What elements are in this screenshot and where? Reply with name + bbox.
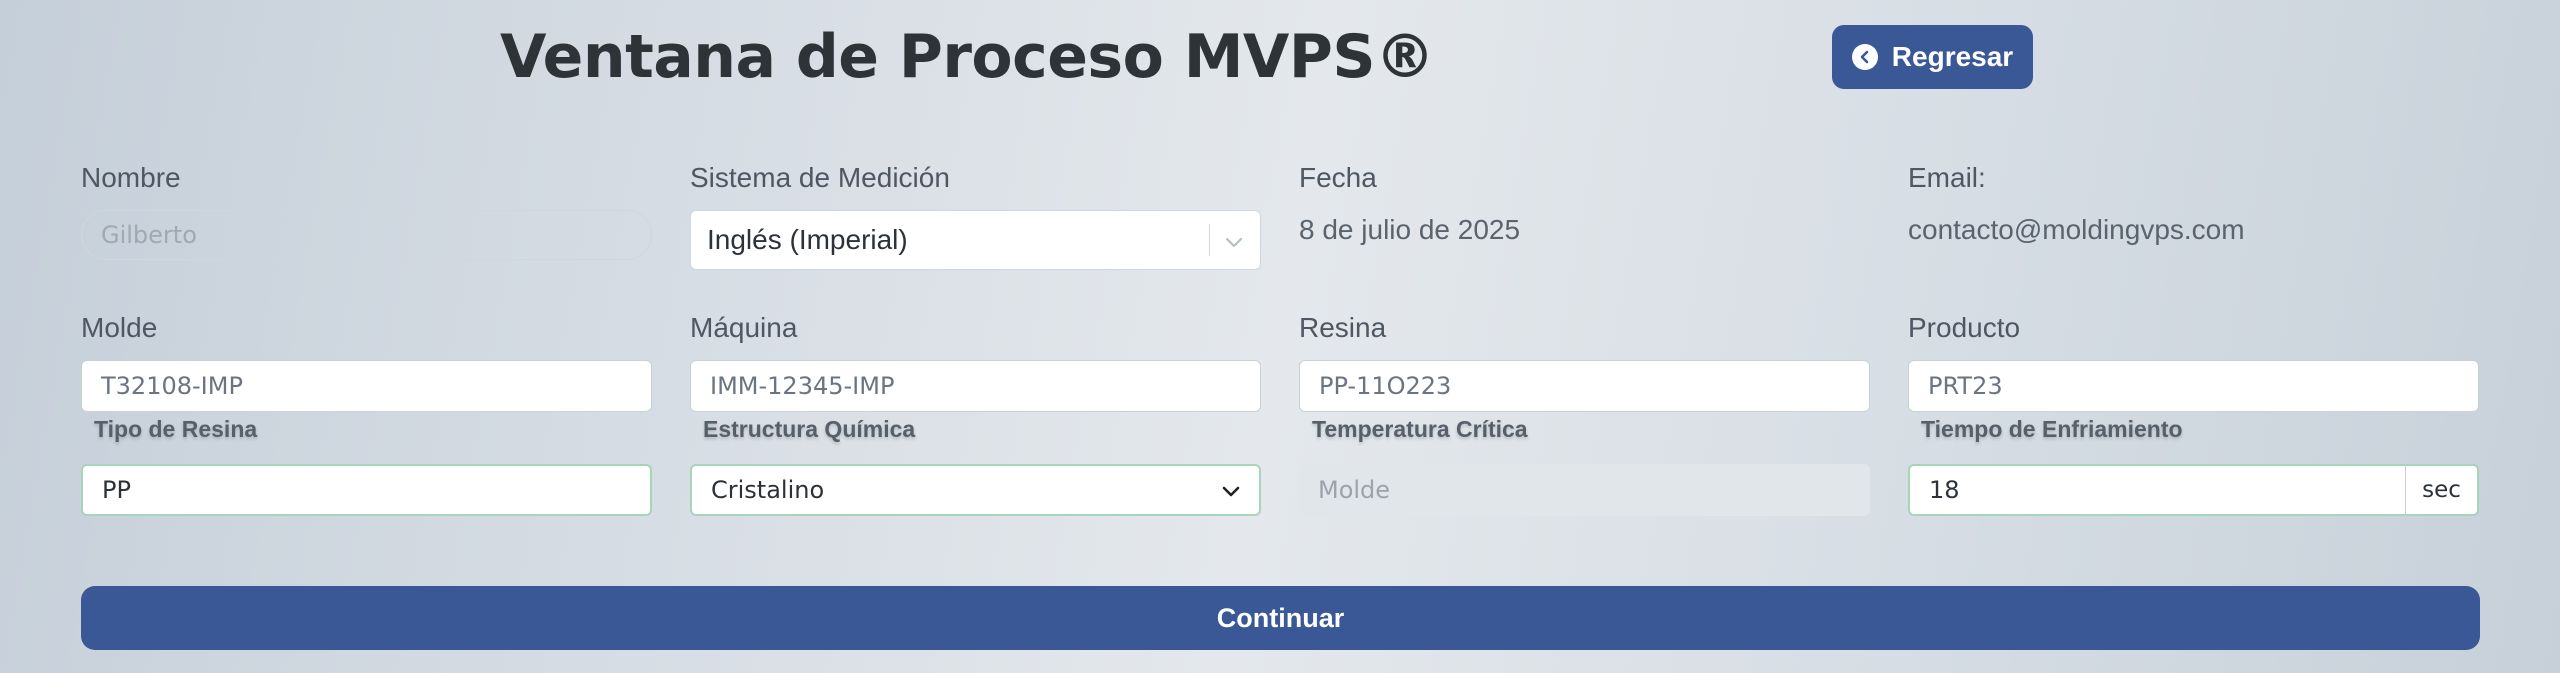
chevron-left-icon: [1851, 44, 1878, 70]
tiempo-enfriamiento-label: Tiempo de Enfriamiento: [1921, 416, 2183, 442]
maquina-input[interactable]: IMM-12345-IMP: [690, 360, 1261, 412]
tipo-resina-input[interactable]: PP: [81, 464, 652, 516]
temperatura-critica-field[interactable]: Molde: [1299, 464, 1870, 516]
resina-label: Resina: [1299, 312, 1387, 343]
tipo-resina-label: Tipo de Resina: [94, 416, 258, 442]
estructura-quimica-label: Estructura Química: [703, 416, 916, 442]
page-title: Ventana de Proceso MVPS®: [500, 22, 1435, 92]
fecha-label: Fecha: [1299, 162, 1377, 193]
resina-input[interactable]: PP-11O223: [1299, 360, 1870, 412]
producto-value: PRT23: [1928, 372, 2003, 400]
time-unit-addon: sec: [2405, 464, 2479, 516]
maquina-value: IMM-12345-IMP: [710, 372, 895, 400]
sistema-medicion-select[interactable]: Inglés (Imperial): [690, 210, 1261, 270]
resina-value: PP-11O223: [1319, 372, 1452, 400]
nombre-field[interactable]: Gilberto: [81, 210, 652, 260]
molde-label: Molde: [81, 312, 158, 343]
back-button-label: Regresar: [1891, 41, 2014, 72]
molde-input[interactable]: T32108-IMP: [81, 360, 652, 412]
tiempo-enfriamiento-value: 18: [1929, 476, 1960, 504]
tiempo-enfriamiento-input[interactable]: 18: [1908, 464, 2405, 516]
molde-value: T32108-IMP: [101, 372, 243, 400]
fecha-value: 8 de julio de 2025: [1299, 214, 1521, 245]
maquina-label: Máquina: [690, 312, 798, 343]
producto-label: Producto: [1908, 312, 2021, 343]
estructura-quimica-value: Cristalino: [711, 476, 825, 504]
continue-button[interactable]: Continuar: [81, 586, 2480, 650]
back-button[interactable]: Regresar: [1832, 25, 2033, 89]
temperatura-critica-label: Temperatura Crítica: [1312, 416, 1528, 442]
email-label: Email:: [1908, 162, 1986, 193]
sistema-medicion-value: Inglés (Imperial): [707, 224, 908, 255]
select-separator: [1209, 224, 1210, 256]
sistema-medicion-label: Sistema de Medición: [690, 162, 950, 193]
tipo-resina-value: PP: [102, 476, 131, 504]
producto-input[interactable]: PRT23: [1908, 360, 2479, 412]
chevron-down-icon: [1224, 224, 1244, 256]
estructura-quimica-select[interactable]: Cristalino: [690, 464, 1261, 516]
temperatura-critica-placeholder: Molde: [1318, 476, 1391, 504]
nombre-placeholder: Gilberto: [101, 221, 197, 249]
chevron-down-icon: [1222, 476, 1240, 504]
email-value: contacto@moldingvps.com: [1908, 214, 2245, 245]
nombre-label: Nombre: [81, 162, 181, 193]
